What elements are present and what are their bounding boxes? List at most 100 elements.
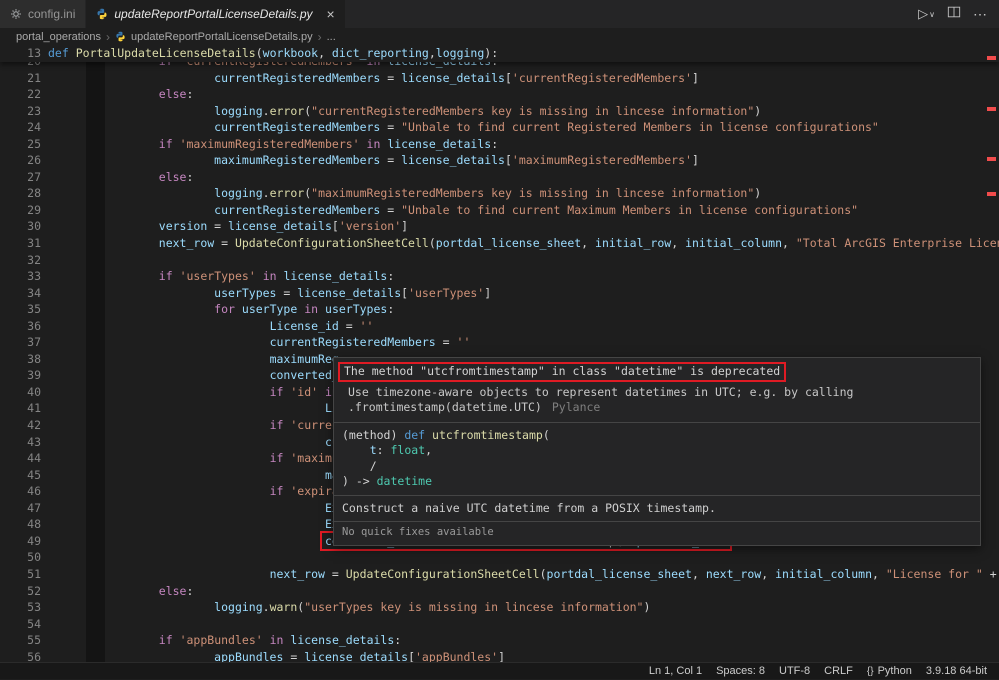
line-number: 40 [0, 384, 41, 401]
code-line-35[interactable]: 35 for userType in userTypes: [0, 301, 999, 318]
code-text: currentRegisteredMembers = '' [48, 334, 470, 351]
code-text: for userType in userTypes: [48, 301, 394, 318]
status-item-cursor-position[interactable]: Ln 1, Col 1 [649, 665, 702, 677]
close-icon[interactable]: × [327, 7, 335, 21]
status-item-eol[interactable]: CRLF [824, 665, 853, 677]
editor-actions: ▷ ∨ ⋯ [906, 0, 999, 28]
code-line-28[interactable]: 28 logging.error("maximumRegisteredMembe… [0, 185, 999, 202]
code-token: currentRegisteredMembers [214, 120, 380, 134]
breadcrumb-file[interactable]: updateReportPortalLicenseDetails.py [131, 31, 313, 43]
code-line-36[interactable]: 36 License_id = '' [0, 318, 999, 335]
line-number: 23 [0, 103, 41, 120]
code-token: , [671, 236, 685, 250]
code-line-32[interactable]: 32 [0, 252, 999, 269]
line-number: 21 [0, 70, 41, 87]
code-token: version [159, 219, 207, 233]
overview-ruler[interactable] [985, 45, 999, 662]
code-line-22[interactable]: 22 else: [0, 86, 999, 103]
line-number: 30 [0, 218, 41, 235]
more-actions-icon: ⋯ [973, 6, 987, 23]
more-actions-button[interactable]: ⋯ [973, 6, 987, 23]
status-item-indentation[interactable]: Spaces: 8 [716, 665, 765, 677]
line-number: 54 [0, 616, 41, 633]
code-line-56[interactable]: 56 appBundles = license_details['appBund… [0, 649, 999, 662]
code-token: currentRegisteredMembers [214, 203, 380, 217]
sticky-scroll-line[interactable]: 13 def PortalUpdateLicenseDetails(workbo… [0, 45, 999, 62]
breadcrumb-symbol[interactable]: ... [327, 31, 336, 43]
tab-config-ini[interactable]: config.ini [0, 0, 86, 28]
code-line-23[interactable]: 23 logging.error("currentRegisteredMembe… [0, 103, 999, 120]
code-token: "userTypes key is missing in lincese inf… [304, 600, 643, 614]
line-number: 46 [0, 483, 41, 500]
code-token: license_details [401, 153, 505, 167]
code-token: portdal_license_sheet [547, 567, 692, 581]
code-line-37[interactable]: 37 currentRegisteredMembers = '' [0, 334, 999, 351]
code-token: 'currentRegisteredMembers' [512, 71, 692, 85]
chevron-right-icon: › [106, 30, 110, 44]
code-text: logging.warn("userTypes key is missing i… [48, 599, 650, 616]
code-token: 'maximu [290, 451, 338, 465]
code-token: = [339, 319, 360, 333]
line-number: 24 [0, 119, 41, 136]
code-line-30[interactable]: 30 version = license_details['version'] [0, 218, 999, 235]
status-item-python-interpreter[interactable]: 3.9.18 64-bit [926, 665, 987, 677]
code-line-25[interactable]: 25 if 'maximumRegisteredMembers' in lice… [0, 136, 999, 153]
code-token: else [159, 87, 187, 101]
code-token: ] [692, 153, 699, 167]
code-token: userTypes [214, 286, 276, 300]
code-line-26[interactable]: 26 maximumRegisteredMembers = license_de… [0, 152, 999, 169]
code-line-54[interactable]: 54 [0, 616, 999, 633]
code-line-53[interactable]: 53 logging.warn("userTypes key is missin… [0, 599, 999, 616]
code-line-27[interactable]: 27 else: [0, 169, 999, 186]
status-item-language-mode[interactable]: {}Python [867, 665, 912, 677]
code-token: 'maximumRegisteredMembers' [512, 153, 692, 167]
code-token: 'maximumRegisteredMembers' [180, 137, 360, 151]
tab-label: config.ini [28, 7, 75, 21]
breadcrumb-folder[interactable]: portal_operations [16, 31, 101, 43]
split-editor-button[interactable] [947, 5, 961, 24]
line-number: 22 [0, 86, 41, 103]
code-token: logging [436, 46, 484, 60]
code-line-31[interactable]: 31 next_row = UpdateConfigurationSheetCe… [0, 235, 999, 252]
code-token [360, 137, 367, 151]
code-line-24[interactable]: 24 currentRegisteredMembers = "Unbale to… [0, 119, 999, 136]
code-line-34[interactable]: 34 userTypes = license_details['userType… [0, 285, 999, 302]
code-token: license_details [290, 633, 394, 647]
code-token: ) [643, 600, 650, 614]
code-token: in [270, 633, 284, 647]
code-token: if [159, 269, 173, 283]
code-line-21[interactable]: 21 currentRegisteredMembers = license_de… [0, 70, 999, 87]
code-token: = [207, 219, 228, 233]
code-token: : [387, 269, 394, 283]
code-token: , [425, 443, 432, 457]
code-line-33[interactable]: 33 if 'userTypes' in license_details: [0, 268, 999, 285]
line-number: 53 [0, 599, 41, 616]
code-text: logging.error("currentRegisteredMembers … [48, 103, 761, 120]
split-editor-icon [947, 5, 961, 24]
status-item-encoding[interactable]: UTF-8 [779, 665, 810, 677]
code-token [173, 137, 180, 151]
code-line-55[interactable]: 55 if 'appBundles' in license_details: [0, 632, 999, 649]
run-button[interactable]: ▷ ∨ [918, 6, 935, 22]
code-token: userTypes [325, 302, 387, 316]
line-number: 29 [0, 202, 41, 219]
line-number: 49 [0, 533, 41, 550]
tab-update-report-portal-license-details[interactable]: updateReportPortalLicenseDetails.py × [86, 0, 344, 28]
code-token: in [367, 137, 381, 151]
code-line-52[interactable]: 52 else: [0, 583, 999, 600]
code-token: : [394, 633, 401, 647]
code-token: : [186, 87, 193, 101]
code-token: appBundles [214, 650, 283, 662]
code-line-50[interactable]: 50 [0, 549, 999, 566]
code-token: in [304, 302, 318, 316]
code-token: = [276, 286, 297, 300]
python-icon [115, 31, 126, 42]
gear-icon [10, 8, 22, 20]
code-line-29[interactable]: 29 currentRegisteredMembers = "Unbale to… [0, 202, 999, 219]
code-editor[interactable]: 20 if 'currentRegisteredMembers' in lice… [0, 45, 999, 662]
line-number: 50 [0, 549, 41, 566]
code-line-51[interactable]: 51 next_row = UpdateConfigurationSheetCe… [0, 566, 999, 583]
code-token: , [782, 236, 796, 250]
code-token: ) [754, 104, 761, 118]
code-token: license_details [401, 71, 505, 85]
